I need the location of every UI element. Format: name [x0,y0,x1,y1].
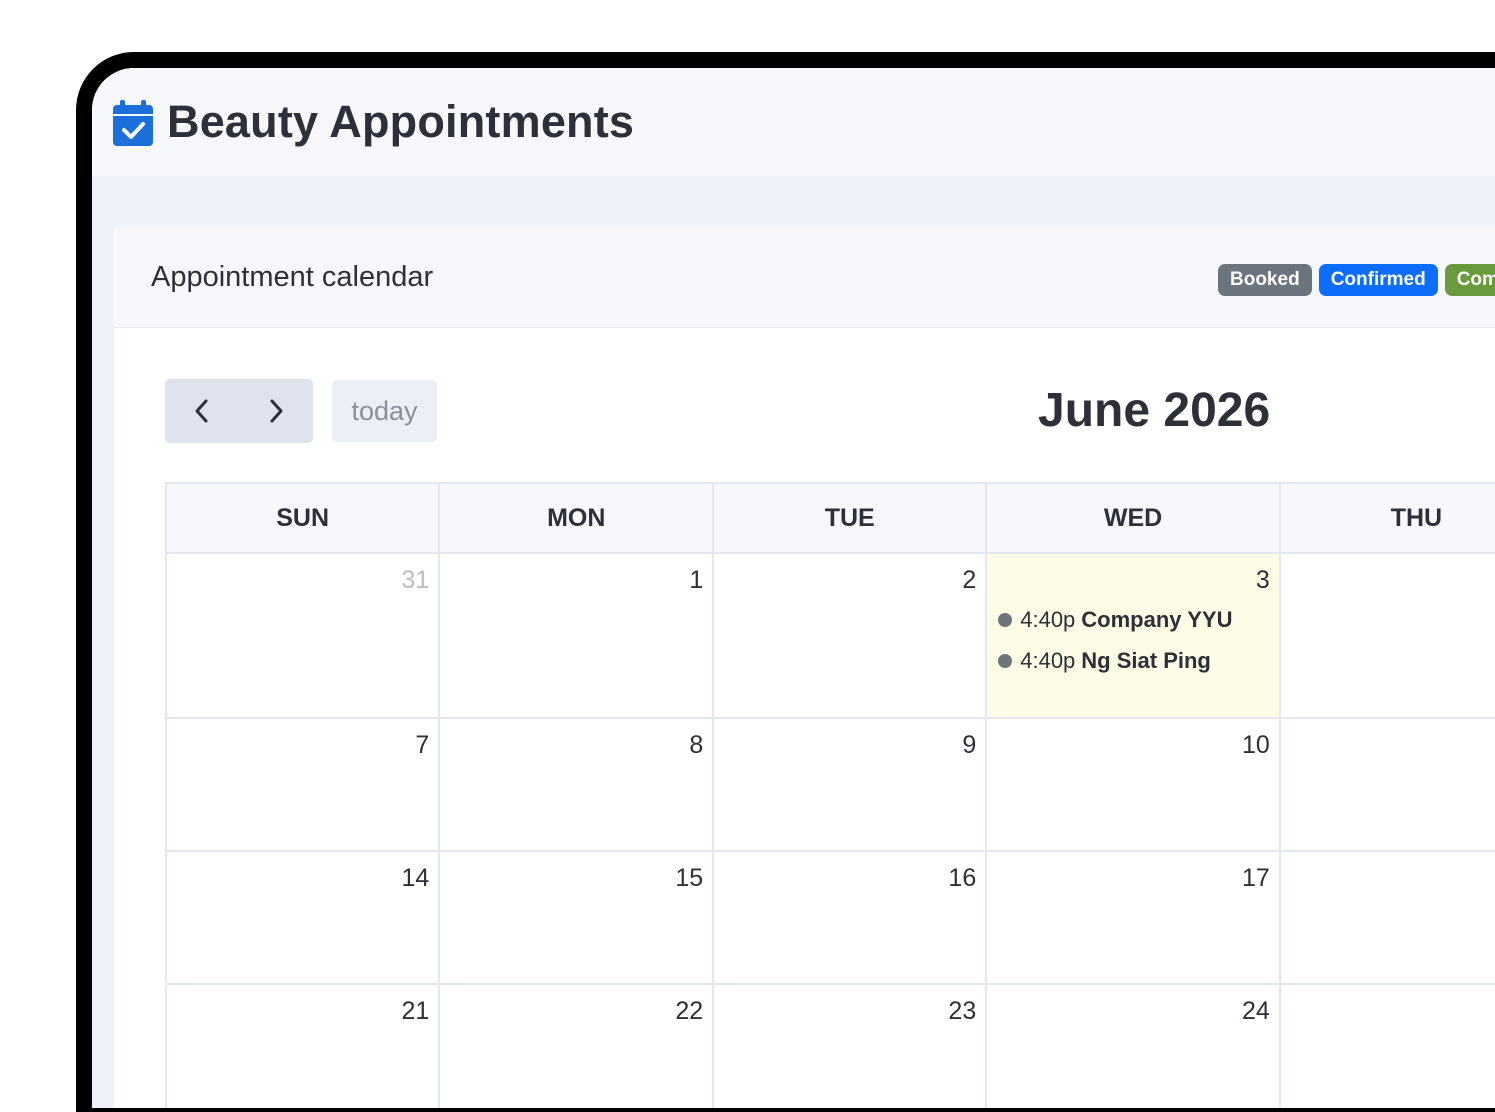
prev-month-button[interactable] [165,379,239,443]
day-cell[interactable]: 31 [164,552,441,719]
day-cell[interactable]: 15 [438,850,715,985]
day-number[interactable]: 10 [987,719,1279,759]
day-number[interactable]: 17 [987,852,1279,892]
day-cell[interactable]: 8 [438,717,715,852]
day-number[interactable]: 18 [1281,852,1495,892]
day-number[interactable]: 21 [167,985,438,1025]
month-title: June 2026 [1038,384,1271,437]
next-month-button[interactable] [239,379,313,443]
week-row: 2122232425 [164,983,1495,1108]
weekday-header-row: SUN MON TUE WED THU [164,482,1495,554]
chevron-left-icon [195,399,208,423]
calendar-event[interactable]: 4:40p Ng Siat Ping [987,646,1279,676]
day-number[interactable]: 14 [167,852,438,892]
card-title: Appointment calendar [151,261,434,293]
event-time: 4:40p [1020,648,1076,673]
app-title: Beauty Appointments [167,96,635,147]
legend-badge-completed: Completed [1444,264,1495,296]
day-number[interactable]: 25 [1281,985,1495,1025]
app-header: Beauty Appointments [92,68,1495,176]
day-number[interactable]: 22 [440,985,712,1025]
day-cell[interactable]: 4 [1278,552,1495,719]
event-title: Ng Siat Ping [1081,648,1211,673]
nav-button-group [165,379,313,443]
day-cell[interactable]: 14 [164,850,441,985]
event-title: Company YYU [1081,607,1233,632]
day-number[interactable]: 7 [167,719,438,759]
chevron-right-icon [270,399,283,423]
calendar-toolbar: today June 2026 [165,379,1495,445]
day-cell[interactable]: 16 [712,850,988,985]
day-cell[interactable]: 1 [438,552,715,719]
weekday-header-wed: WED [985,482,1281,554]
calendar-card: Appointment calendar BookedConfirmedComp… [114,228,1495,1108]
day-number[interactable]: 11 [1281,719,1495,759]
day-number[interactable]: 2 [714,554,985,594]
day-cell[interactable]: 24 [985,983,1281,1108]
day-number[interactable]: 4 [1281,554,1495,594]
app-screen: Beauty Appointments Appointment calendar… [92,68,1495,1108]
day-number[interactable]: 1 [440,554,712,594]
day-cell[interactable]: 22 [438,983,715,1108]
week-row: 311234:40pCompany YYU4:40pNg Siat Ping4 [164,552,1495,719]
status-legend: BookedConfirmedCompleted [1218,264,1495,296]
day-number[interactable]: 8 [440,719,712,759]
day-cell[interactable]: 18 [1278,850,1495,985]
legend-badge-booked: Booked [1218,264,1312,296]
day-cell[interactable]: 17 [985,850,1281,985]
weekday-header-sun: SUN [164,482,441,554]
day-cell[interactable]: 21 [164,983,441,1108]
weekday-header-tue: TUE [712,482,988,554]
day-cell[interactable]: 25 [1278,983,1495,1108]
month-grid: SUN MON TUE WED THU 31 1 2 3 4:40p Company YYU 4:4… [164,482,1495,1108]
day-cell[interactable]: 23 [712,983,988,1108]
day-number[interactable]: 16 [714,852,985,892]
weekday-header-mon: MON [438,482,715,554]
event-dot-icon [998,654,1013,668]
today-button[interactable]: today [332,380,437,442]
week-row: 7891011 [164,717,1495,852]
day-number[interactable]: 24 [987,985,1279,1025]
day-number[interactable]: 15 [440,852,712,892]
event-time: 4:40p [1020,607,1076,632]
day-cell[interactable]: 7 [164,717,441,852]
legend-badge-confirmed: Confirmed [1318,264,1438,296]
day-cell[interactable]: 11 [1278,717,1495,852]
weekday-header-thu: THU [1278,482,1495,554]
day-number[interactable]: 9 [714,719,985,759]
week-row: 1415161718 [164,850,1495,985]
day-cell[interactable]: 9 [712,717,988,852]
event-dot-icon [998,613,1013,627]
calendar-event[interactable]: 4:40p Company YYU [987,605,1279,635]
day-number[interactable]: 3 [987,554,1279,594]
day-cell[interactable]: 3 4:40p Company YYU 4:40p Ng Siat Ping [985,552,1281,719]
day-cell[interactable]: 10 [985,717,1281,852]
calendar-check-icon [113,100,153,146]
day-number[interactable]: 31 [167,554,438,594]
day-cell[interactable]: 2 [712,552,988,719]
card-header: Appointment calendar BookedConfirmedComp… [114,228,1495,328]
day-number[interactable]: 23 [714,985,985,1025]
